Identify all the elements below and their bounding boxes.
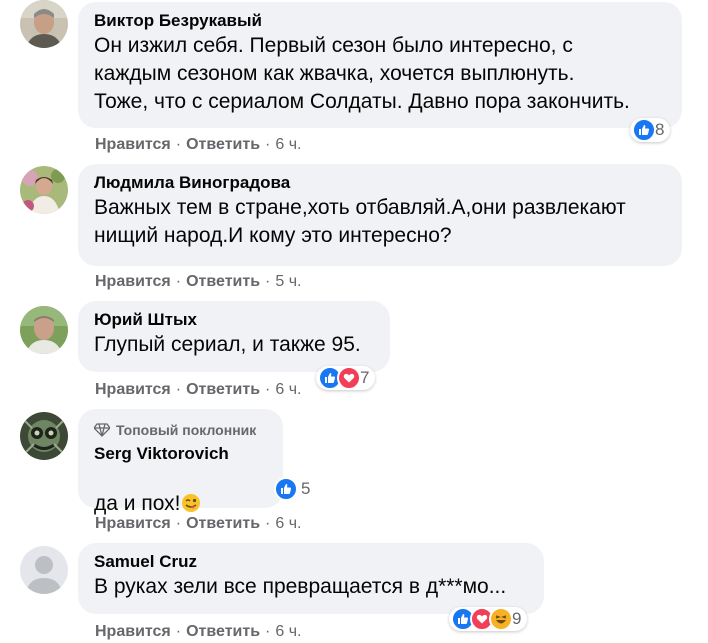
reaction-count: 8 xyxy=(655,120,665,139)
comment-actions: Нравится · Ответить · 5 ч. xyxy=(95,272,301,292)
top-fan-badge: Топовый поклонник xyxy=(94,421,269,439)
reaction-count: 9 xyxy=(512,609,522,628)
comment-time[interactable]: 6 ч. xyxy=(275,136,301,154)
comment-bubble: Samuel Cruz В руках зели все превращаетс… xyxy=(78,543,544,614)
reaction-count: 5 xyxy=(301,479,311,498)
comment-actions: Нравится · Ответить · 6 ч. xyxy=(95,135,301,155)
reply-link[interactable]: Ответить xyxy=(186,623,260,641)
comment-actions: Нравится · Ответить · 6 ч. xyxy=(95,514,301,534)
comment-text: Важных тем в стране,хоть отбавляй.А,они … xyxy=(94,196,626,247)
comment-text: Глупый сериал, и также 95. xyxy=(94,333,361,356)
avatar[interactable] xyxy=(20,412,68,460)
comment-bubble: Людмила Виноградова Важных тем в стране,… xyxy=(78,164,682,266)
reactions-summary[interactable]: 8 xyxy=(630,118,671,142)
separator: · xyxy=(265,381,271,398)
reactions-summary[interactable]: 9 xyxy=(449,607,528,631)
like-link[interactable]: Нравится xyxy=(95,273,171,291)
like-reaction-icon xyxy=(632,118,656,142)
like-reaction-icon xyxy=(274,477,298,501)
comment-text: да и пох! xyxy=(94,465,269,521)
avatar[interactable] xyxy=(20,0,68,48)
comment-author[interactable]: Юрий Штых xyxy=(94,309,376,331)
like-link[interactable]: Нравится xyxy=(95,623,171,641)
reactions-summary[interactable]: 7 xyxy=(316,366,376,390)
reactions-summary[interactable]: 5 xyxy=(272,477,316,501)
comment-time[interactable]: 5 ч. xyxy=(275,273,301,291)
separator: · xyxy=(175,515,182,532)
comment-time[interactable]: 6 ч. xyxy=(275,381,301,399)
separator: · xyxy=(265,515,271,532)
separator: · xyxy=(265,273,271,290)
badge-label: Топовый поклонник xyxy=(116,422,257,438)
comment-text: В руках зели все превращается в д***мо..… xyxy=(94,575,507,598)
avatar[interactable] xyxy=(20,306,68,354)
separator: · xyxy=(265,136,271,153)
comment-bubble: Виктор Безрукавый Он изжил себя. Первый … xyxy=(78,2,682,128)
love-reaction-icon xyxy=(337,366,361,390)
diamond-icon xyxy=(94,423,110,437)
reaction-count: 7 xyxy=(360,368,370,387)
avatar[interactable] xyxy=(20,166,68,214)
reply-link[interactable]: Ответить xyxy=(186,136,260,154)
comment-author[interactable]: Samuel Cruz xyxy=(94,551,530,573)
comment-time[interactable]: 6 ч. xyxy=(275,623,301,641)
comment-actions: Нравится · Ответить · 6 ч. xyxy=(95,622,301,642)
separator: · xyxy=(265,623,271,640)
reply-link[interactable]: Ответить xyxy=(186,381,260,399)
separator: · xyxy=(175,273,182,290)
comment-time[interactable]: 6 ч. xyxy=(275,515,301,533)
haha-reaction-icon xyxy=(489,607,513,631)
avatar[interactable] xyxy=(20,546,68,594)
separator: · xyxy=(175,381,182,398)
comment-actions: Нравится · Ответить · 6 ч. xyxy=(95,380,301,400)
like-link[interactable]: Нравится xyxy=(95,381,171,399)
like-link[interactable]: Нравится xyxy=(95,136,171,154)
like-link[interactable]: Нравится xyxy=(95,515,171,533)
winking-tongue-emoji-icon xyxy=(181,465,201,521)
comment-text-content: да и пох! xyxy=(94,492,181,515)
separator: · xyxy=(175,623,182,640)
comment-author[interactable]: Виктор Безрукавый xyxy=(94,10,668,32)
separator: · xyxy=(175,136,182,153)
comment-bubble: Топовый поклонник Serg Viktorovich да и … xyxy=(78,409,283,515)
comment-text: Он изжил себя. Первый сезон было интерес… xyxy=(94,34,630,113)
comment-author[interactable]: Людмила Виноградова xyxy=(94,172,668,194)
reply-link[interactable]: Ответить xyxy=(186,515,260,533)
comment-bubble: Юрий Штых Глупый сериал, и также 95. xyxy=(78,301,390,372)
comment-author[interactable]: Serg Viktorovich xyxy=(94,443,269,465)
reply-link[interactable]: Ответить xyxy=(186,273,260,291)
